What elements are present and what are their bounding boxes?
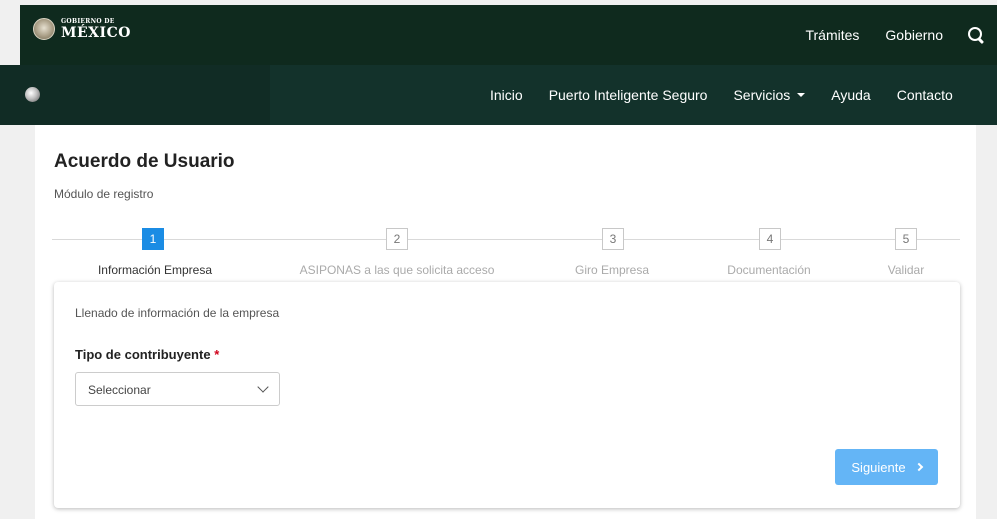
step-4-label: Documentación	[727, 263, 811, 277]
chevron-down-icon	[257, 381, 269, 393]
required-mark: *	[214, 347, 220, 362]
nav-logo-icon[interactable]	[25, 87, 40, 102]
step-2-marker[interactable]: 2	[386, 228, 408, 250]
gobierno-logo[interactable]: GOBIERNO DE MÉXICO	[33, 18, 131, 40]
step-5-label: Validar	[887, 263, 925, 277]
logo-text-big: MÉXICO	[61, 24, 131, 41]
step-4-marker[interactable]: 4	[759, 228, 781, 250]
main-nav: Inicio Puerto Inteligente Seguro Servici…	[0, 65, 997, 125]
nav-brand-panel	[0, 65, 270, 125]
step-3-label: Giro Empresa	[574, 263, 650, 277]
search-icon[interactable]	[967, 26, 985, 44]
tipo-contribuyente-select[interactable]: Seleccionar	[75, 372, 280, 406]
nav-items: Inicio Puerto Inteligente Seguro Servici…	[490, 65, 979, 125]
step-1-label: Información Empresa	[97, 263, 213, 277]
mexico-seal-icon	[33, 18, 55, 40]
page-subtitle: Módulo de registro	[54, 187, 154, 201]
step-5-marker[interactable]: 5	[895, 228, 917, 250]
gov-links: Trámites Gobierno	[779, 5, 985, 65]
nav-item-contacto[interactable]: Contacto	[897, 87, 953, 103]
select-value: Seleccionar	[88, 383, 151, 397]
gov-header: GOBIERNO DE MÉXICO Trámites Gobierno	[20, 5, 997, 65]
step-1-marker[interactable]: 1	[142, 228, 164, 250]
form-card: Llenado de información de la empresa Tip…	[54, 282, 960, 508]
nav-item-inicio[interactable]: Inicio	[490, 87, 523, 103]
nav-item-servicios[interactable]: Servicios	[733, 87, 806, 103]
field-label-text: Tipo de contribuyente	[75, 347, 211, 362]
logo-text-small: GOBIERNO DE	[61, 17, 115, 25]
chevron-right-icon	[914, 462, 923, 472]
tipo-contribuyente-label: Tipo de contribuyente *	[75, 347, 219, 362]
siguiente-button[interactable]: Siguiente	[835, 449, 938, 485]
step-2-label: ASIPONAS a las que solicita acceso	[299, 263, 495, 277]
nav-item-ayuda[interactable]: Ayuda	[831, 87, 870, 103]
form-description: Llenado de información de la empresa	[75, 306, 280, 320]
tramites-link[interactable]: Trámites	[805, 27, 859, 43]
caret-down-icon	[797, 93, 806, 97]
stepper-line	[52, 239, 960, 240]
nav-item-servicios-label: Servicios	[733, 87, 791, 103]
nav-item-puerto-inteligente[interactable]: Puerto Inteligente Seguro	[549, 87, 708, 103]
gobierno-link[interactable]: Gobierno	[885, 27, 943, 43]
page-title: Acuerdo de Usuario	[54, 151, 235, 172]
step-3-marker[interactable]: 3	[602, 228, 624, 250]
main-content: Acuerdo de Usuario Módulo de registro 1 …	[35, 125, 976, 519]
siguiente-label: Siguiente	[851, 459, 906, 475]
logo-text: GOBIERNO DE MÉXICO	[61, 17, 131, 41]
